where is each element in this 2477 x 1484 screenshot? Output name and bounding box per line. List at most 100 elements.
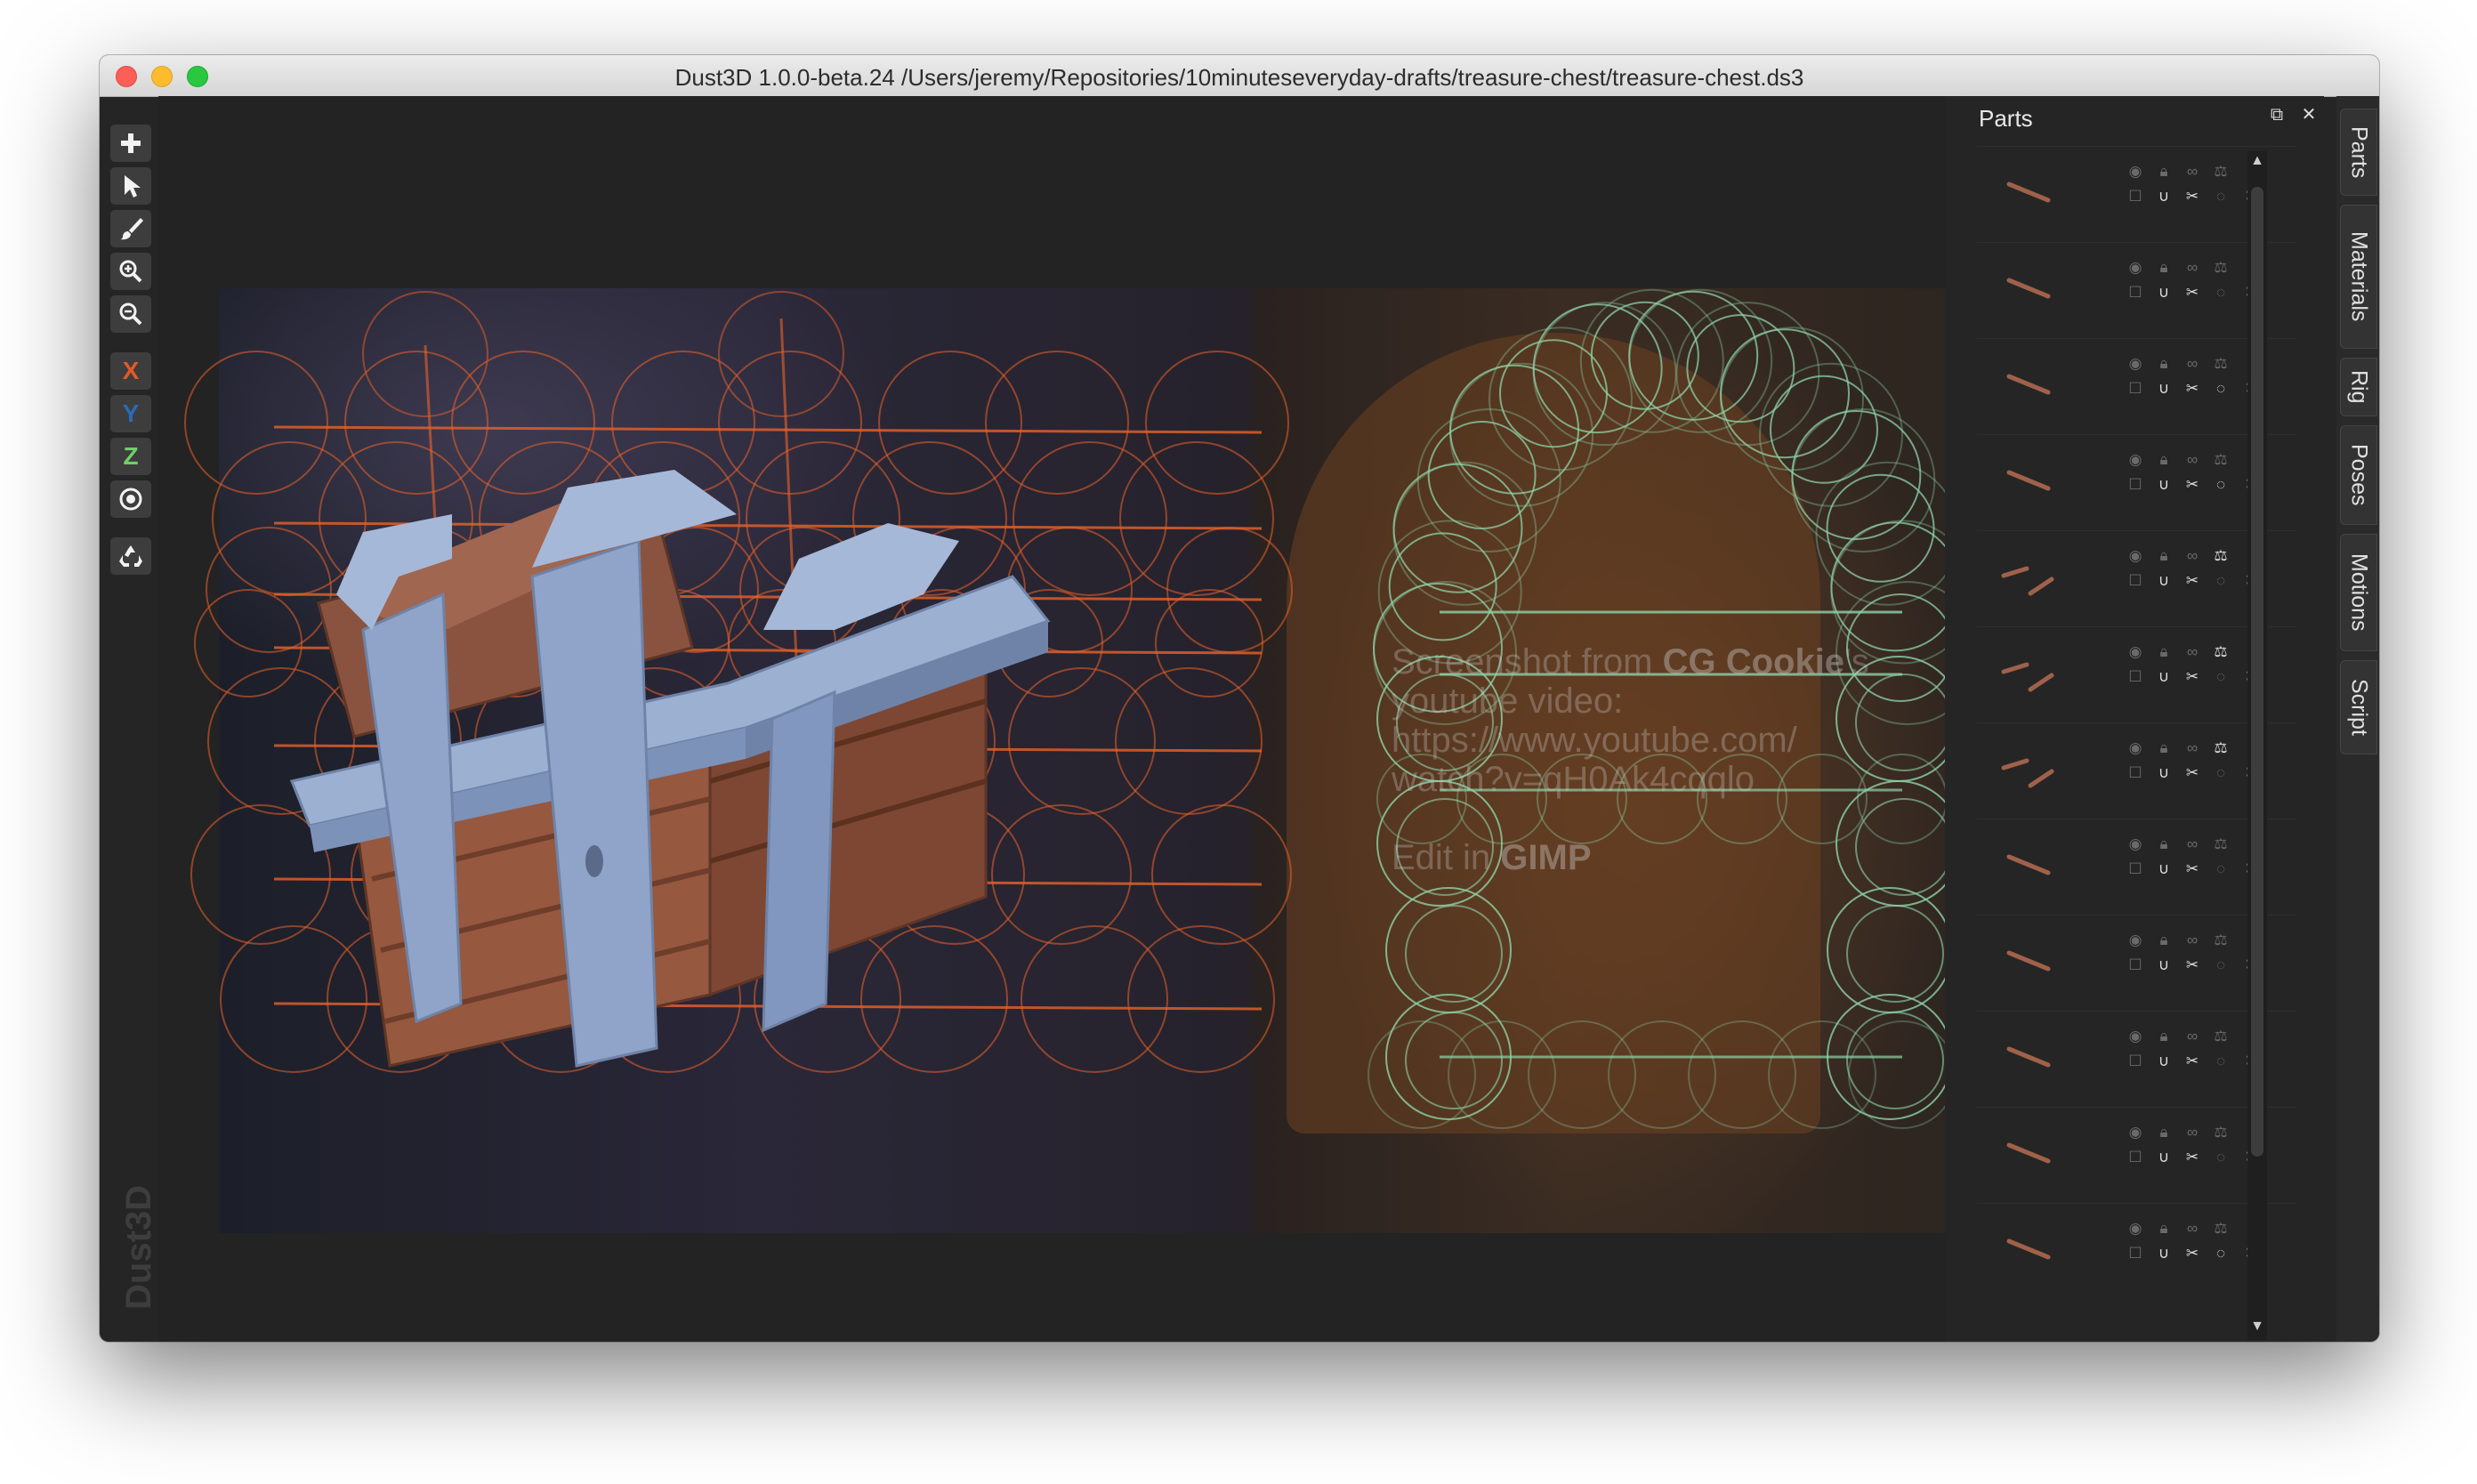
magnet-icon[interactable]: ∪ — [2155, 1053, 2173, 1070]
add-node-button[interactable] — [110, 125, 151, 162]
balance-icon[interactable]: ⚖ — [2212, 163, 2230, 181]
round-icon[interactable]: ◌ — [2212, 1245, 2230, 1262]
link-icon[interactable]: ∞ — [2183, 835, 2201, 853]
lock-icon[interactable]: 🔒︎ — [2155, 643, 2173, 661]
scroll-up-arrow[interactable]: ▲ — [2249, 153, 2265, 169]
scissors-icon[interactable]: ✂ — [2183, 764, 2201, 782]
regenerate-button[interactable] — [110, 537, 151, 575]
round-icon[interactable]: ◌ — [2212, 1053, 2230, 1070]
lock-icon[interactable]: 🔒︎ — [2155, 1220, 2173, 1238]
close-panel-icon[interactable]: ✕ — [2299, 105, 2319, 125]
balance-icon[interactable]: ⚖ — [2212, 835, 2230, 853]
checkbox-icon[interactable]: ☐ — [2126, 860, 2144, 878]
link-icon[interactable]: ∞ — [2183, 547, 2201, 565]
scissors-icon[interactable]: ✂ — [2183, 380, 2201, 398]
scissors-icon[interactable]: ✂ — [2183, 284, 2201, 302]
part-preview-thumbnail[interactable] — [1993, 261, 2064, 314]
scissors-icon[interactable]: ✂ — [2183, 188, 2201, 206]
scissors-icon[interactable]: ✂ — [2183, 956, 2201, 974]
magnet-icon[interactable]: ∪ — [2155, 380, 2173, 398]
magnet-icon[interactable]: ∪ — [2155, 956, 2173, 974]
part-preview-thumbnail[interactable] — [1993, 1029, 2064, 1083]
round-icon[interactable]: ◌ — [2212, 380, 2230, 398]
balance-icon[interactable]: ⚖ — [2212, 259, 2230, 277]
float-panel-icon[interactable]: ⧉ — [2267, 105, 2287, 125]
checkbox-icon[interactable]: ☐ — [2126, 1053, 2144, 1070]
eye-icon[interactable]: ◉ — [2126, 547, 2144, 565]
round-icon[interactable]: ◌ — [2212, 188, 2230, 206]
round-icon[interactable]: ◌ — [2212, 860, 2230, 878]
scissors-icon[interactable]: ✂ — [2183, 1149, 2201, 1166]
link-icon[interactable]: ∞ — [2183, 739, 2201, 757]
link-icon[interactable]: ∞ — [2183, 643, 2201, 661]
balance-icon[interactable]: ⚖ — [2212, 932, 2230, 949]
magnet-icon[interactable]: ∪ — [2155, 1149, 2173, 1166]
checkbox-icon[interactable]: ☐ — [2126, 956, 2144, 974]
checkbox-icon[interactable]: ☐ — [2126, 1245, 2144, 1262]
checkbox-icon[interactable]: ☐ — [2126, 764, 2144, 782]
tab-parts[interactable]: Parts — [2340, 109, 2377, 196]
balance-icon[interactable]: ⚖ — [2212, 739, 2230, 757]
lock-icon[interactable]: 🔒︎ — [2155, 739, 2173, 757]
tab-poses[interactable]: Poses — [2340, 425, 2377, 525]
magnet-icon[interactable]: ∪ — [2155, 188, 2173, 206]
checkbox-icon[interactable]: ☐ — [2126, 476, 2144, 494]
x-mirror-button[interactable]: X — [110, 352, 151, 390]
part-preview-thumbnail[interactable] — [1993, 1125, 2064, 1179]
checkbox-icon[interactable]: ☐ — [2126, 284, 2144, 302]
link-icon[interactable]: ∞ — [2183, 259, 2201, 277]
magnet-icon[interactable]: ∪ — [2155, 1245, 2173, 1262]
link-icon[interactable]: ∞ — [2183, 451, 2201, 469]
lock-icon[interactable]: 🔒︎ — [2155, 1028, 2173, 1045]
lock-icon[interactable]: 🔒︎ — [2155, 1124, 2173, 1141]
link-icon[interactable]: ∞ — [2183, 1220, 2201, 1238]
tab-motions[interactable]: Motions — [2340, 534, 2377, 651]
eye-icon[interactable]: ◉ — [2126, 932, 2144, 949]
checkbox-icon[interactable]: ☐ — [2126, 668, 2144, 686]
part-preview-thumbnail[interactable] — [1993, 741, 2064, 794]
magnet-icon[interactable]: ∪ — [2155, 764, 2173, 782]
scroll-down-arrow[interactable]: ▼ — [2249, 1319, 2265, 1335]
parts-scrollbar[interactable]: ▲ ▼ — [2247, 151, 2267, 1340]
part-preview-thumbnail[interactable] — [1993, 933, 2064, 987]
tab-script[interactable]: Script — [2340, 660, 2377, 754]
scissors-icon[interactable]: ✂ — [2183, 1053, 2201, 1070]
scissors-icon[interactable]: ✂ — [2183, 668, 2201, 686]
scissors-icon[interactable]: ✂ — [2183, 476, 2201, 494]
y-mirror-button[interactable]: Y — [110, 395, 151, 432]
model-viewport[interactable]: Screenshot from CG Cookie's youtube vide… — [158, 96, 2062, 1342]
round-icon[interactable]: ◌ — [2212, 1149, 2230, 1166]
part-preview-thumbnail[interactable] — [1993, 165, 2064, 218]
eye-icon[interactable]: ◉ — [2126, 643, 2144, 661]
eye-icon[interactable]: ◉ — [2126, 355, 2144, 373]
link-icon[interactable]: ∞ — [2183, 1028, 2201, 1045]
eye-icon[interactable]: ◉ — [2126, 835, 2144, 853]
round-icon[interactable]: ◌ — [2212, 668, 2230, 686]
part-preview-thumbnail[interactable] — [1993, 357, 2064, 410]
z-mirror-button[interactable]: Z — [110, 438, 151, 475]
zoom-out-button[interactable] — [110, 295, 151, 333]
eye-icon[interactable]: ◉ — [2126, 739, 2144, 757]
lock-icon[interactable]: 🔒︎ — [2155, 163, 2173, 181]
round-icon[interactable]: ◌ — [2212, 956, 2230, 974]
checkbox-icon[interactable]: ☐ — [2126, 572, 2144, 590]
balance-icon[interactable]: ⚖ — [2212, 643, 2230, 661]
round-icon[interactable]: ◌ — [2212, 284, 2230, 302]
magnet-icon[interactable]: ∪ — [2155, 476, 2173, 494]
scissors-icon[interactable]: ✂ — [2183, 860, 2201, 878]
paint-button[interactable] — [110, 210, 151, 247]
part-preview-thumbnail[interactable] — [1993, 1222, 2064, 1275]
tab-rig[interactable]: Rig — [2340, 358, 2377, 416]
eye-icon[interactable]: ◉ — [2126, 1124, 2144, 1141]
part-preview-thumbnail[interactable] — [1993, 645, 2064, 698]
lock-icon[interactable]: 🔒︎ — [2155, 547, 2173, 565]
part-preview-thumbnail[interactable] — [1993, 549, 2064, 602]
select-button[interactable] — [110, 167, 151, 205]
tab-materials[interactable]: Materials — [2340, 205, 2377, 349]
balance-icon[interactable]: ⚖ — [2212, 355, 2230, 373]
link-icon[interactable]: ∞ — [2183, 932, 2201, 949]
balance-icon[interactable]: ⚖ — [2212, 1028, 2230, 1045]
magnet-icon[interactable]: ∪ — [2155, 284, 2173, 302]
eye-icon[interactable]: ◉ — [2126, 163, 2144, 181]
round-icon[interactable]: ◌ — [2212, 476, 2230, 494]
